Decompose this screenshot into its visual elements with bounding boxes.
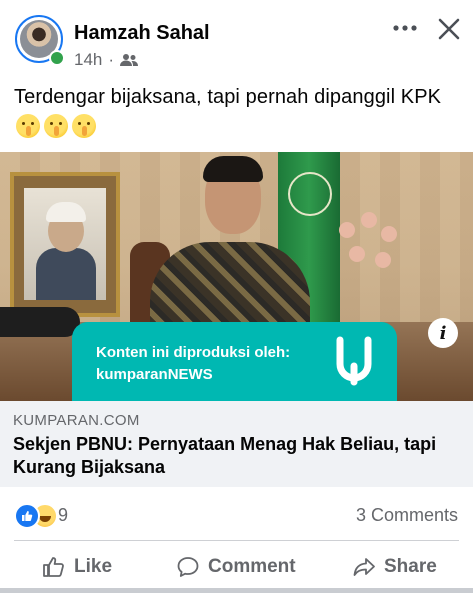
post-emoji-row xyxy=(16,114,96,138)
online-status-dot xyxy=(49,50,65,66)
kumparan-logo-icon xyxy=(334,336,374,386)
post-time[interactable]: 14h xyxy=(74,50,102,70)
flower xyxy=(375,252,391,268)
microphone xyxy=(0,307,80,337)
post-text: Terdengar bijaksana, tapi pernah dipangg… xyxy=(14,86,442,108)
portrait-body xyxy=(36,248,96,300)
comment-button[interactable]: Comment xyxy=(176,548,296,586)
flower xyxy=(361,212,377,228)
sponsor-banner: Konten ini diproduksi oleh: kumparanNEWS xyxy=(72,322,397,401)
facebook-post: Hamzah Sahal 14h · Terdengar bijaksana, … xyxy=(0,0,473,593)
more-options-icon[interactable] xyxy=(390,18,420,38)
link-title: Sekjen PBNU: Pernyataan Menag Hak Beliau… xyxy=(13,434,437,477)
meta-separator: · xyxy=(108,50,115,69)
flower xyxy=(349,246,365,262)
like-button[interactable]: Like xyxy=(42,548,112,586)
flower xyxy=(381,226,397,242)
bottom-divider-bar xyxy=(0,588,473,593)
reactions-summary: 9 3 Comments xyxy=(0,500,473,530)
shushing-face-emoji-icon xyxy=(44,114,68,138)
author-name[interactable]: Hamzah Sahal xyxy=(74,22,210,45)
friends-audience-icon[interactable] xyxy=(120,53,139,67)
comment-bubble-icon xyxy=(176,555,200,579)
divider xyxy=(14,540,459,541)
close-icon[interactable] xyxy=(436,16,462,42)
thumbs-up-icon xyxy=(42,555,66,579)
flower-arrangement xyxy=(335,212,405,322)
link-preview-info[interactable]: KUMPARAN.COM Sekjen PBNU: Pernyataan Men… xyxy=(0,401,473,487)
post-meta: 14h · xyxy=(74,50,139,70)
info-icon[interactable]: i xyxy=(428,318,458,348)
like-reaction-icon[interactable] xyxy=(14,503,40,529)
flag-emblem xyxy=(288,172,332,216)
shushing-face-emoji-icon xyxy=(72,114,96,138)
framed-portrait xyxy=(10,172,120,317)
portrait-cap xyxy=(46,202,86,222)
share-arrow-icon xyxy=(352,555,376,579)
sponsor-line-1: Konten ini diproduksi oleh: xyxy=(96,344,291,361)
sponsor-line-2: kumparanNEWS xyxy=(96,366,213,383)
link-preview-image[interactable]: i Konten ini diproduksi oleh: kumparanNE… xyxy=(0,152,473,401)
comment-label: Comment xyxy=(208,556,296,577)
reaction-count[interactable]: 9 xyxy=(58,505,68,526)
link-domain: KUMPARAN.COM xyxy=(13,412,140,429)
comments-count[interactable]: 3 Comments xyxy=(356,505,458,526)
flower xyxy=(339,222,355,238)
like-label: Like xyxy=(74,556,113,577)
shushing-face-emoji-icon xyxy=(16,114,40,138)
share-button[interactable]: Share xyxy=(352,548,437,586)
sponsor-text: Konten ini diproduksi oleh: kumparanNEWS xyxy=(96,342,290,386)
speaker-hair xyxy=(203,156,263,182)
portrait-canvas xyxy=(24,188,106,300)
share-label: Share xyxy=(384,556,437,577)
post-header: Hamzah Sahal 14h · xyxy=(0,0,473,80)
post-actions: Like Comment Share xyxy=(0,548,473,586)
